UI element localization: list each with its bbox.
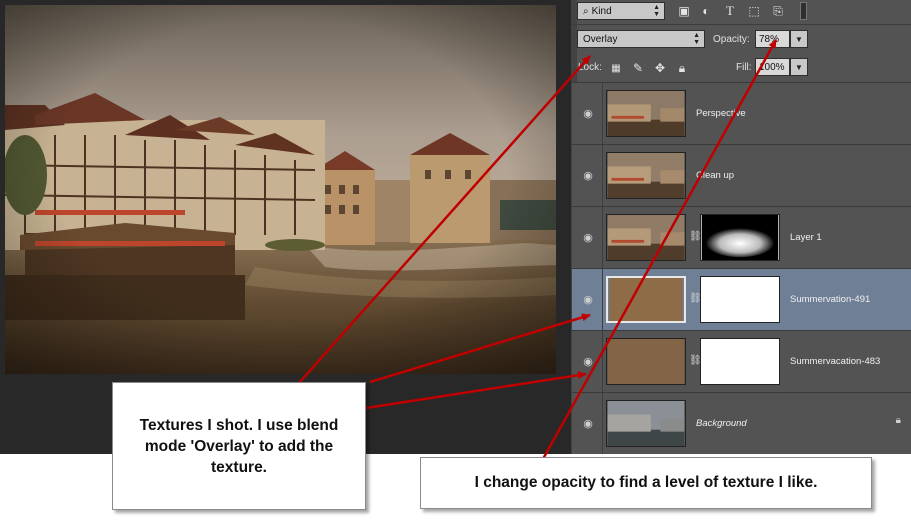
layer-thumbnail [606, 152, 686, 199]
smart-object-filter-icon[interactable]: ⎘ [770, 3, 786, 19]
chevron-updown-icon: ▲ ▼ [693, 32, 700, 46]
layer-row-clean-up[interactable]: ◉ Clean up [572, 144, 911, 206]
lock-icon: 🔒︎ [895, 415, 901, 426]
layer-name: Background [696, 418, 747, 429]
eye-icon[interactable]: ◉ [580, 167, 596, 183]
eye-icon[interactable]: ◉ [580, 353, 596, 369]
layer-name: Summervation-491 [790, 294, 871, 305]
layer-thumbnail [606, 90, 686, 137]
search-icon: ⌕ [583, 5, 589, 17]
type-filter-icon[interactable]: T [722, 3, 738, 19]
lock-position-icon[interactable]: ✥ [652, 60, 668, 76]
lock-transparent-pixels-icon[interactable]: ▦ [608, 60, 624, 76]
filter-kind-select[interactable]: ⌕ Kind ▲ ▼ [577, 2, 665, 20]
lock-image-pixels-icon[interactable]: ✎ [630, 60, 646, 76]
image-filter-icon[interactable]: ▣ [676, 3, 692, 19]
eye-icon[interactable]: ◉ [580, 105, 596, 121]
layer-thumbnail [606, 400, 686, 447]
adjustment-filter-icon[interactable]: ◐ [698, 3, 714, 19]
eye-icon[interactable]: ◉ [580, 291, 596, 307]
layer-name: Perspective [696, 108, 746, 119]
opacity-label: Opacity: [713, 34, 750, 45]
layer-thumbnail [606, 276, 686, 323]
eye-icon[interactable]: ◉ [580, 415, 596, 431]
eye-icon[interactable]: ◉ [580, 229, 596, 245]
layer-mask-thumbnail[interactable] [700, 214, 780, 261]
layer-mask-thumbnail[interactable] [700, 338, 780, 385]
opacity-input[interactable]: 78% [755, 30, 790, 48]
document-image[interactable] [5, 5, 556, 374]
fill-label: Fill: [736, 62, 752, 73]
filter-kind-label: Kind [591, 5, 612, 17]
chevron-updown-icon: ▲ ▼ [653, 4, 660, 18]
fill-dropdown-button[interactable]: ▼ [790, 58, 808, 76]
opacity-dropdown-button[interactable]: ▼ [790, 30, 808, 48]
layer-row-layer-1[interactable]: ◉ ⛓︎ Layer 1 [572, 206, 911, 268]
layer-row-summervacation-483[interactable]: ◉ ⛓︎ Summervacation-483 [572, 330, 911, 392]
blend-mode-select[interactable]: Overlay ▲ ▼ [577, 30, 705, 48]
layer-mask-thumbnail[interactable] [700, 276, 780, 323]
layer-name: Clean up [696, 170, 735, 181]
divider [571, 24, 911, 25]
shape-filter-icon[interactable]: ⬚ [746, 3, 762, 19]
lock-all-icon[interactable]: 🔒︎ [674, 60, 690, 76]
callout-textures: Textures I shot. I use blend mode 'Overl… [112, 382, 366, 510]
layer-row-perspective[interactable]: ◉ Perspective [572, 82, 911, 144]
layer-thumbnail [606, 338, 686, 385]
layer-name: Layer 1 [790, 232, 822, 243]
layer-thumbnail [606, 214, 686, 261]
lock-label: Lock: [578, 62, 602, 73]
filter-toggle-switch[interactable] [800, 2, 807, 20]
layer-row-summervation-491[interactable]: ◉ ⛓︎ Summervation-491 [572, 268, 911, 330]
layer-name: Summervacation-483 [790, 356, 881, 367]
fill-input[interactable]: 100% [755, 58, 790, 76]
callout-opacity: I change opacity to find a level of text… [420, 457, 872, 509]
blend-mode-value: Overlay [583, 33, 618, 45]
layer-row-background[interactable]: ◉ Background 🔒︎ [572, 392, 911, 454]
